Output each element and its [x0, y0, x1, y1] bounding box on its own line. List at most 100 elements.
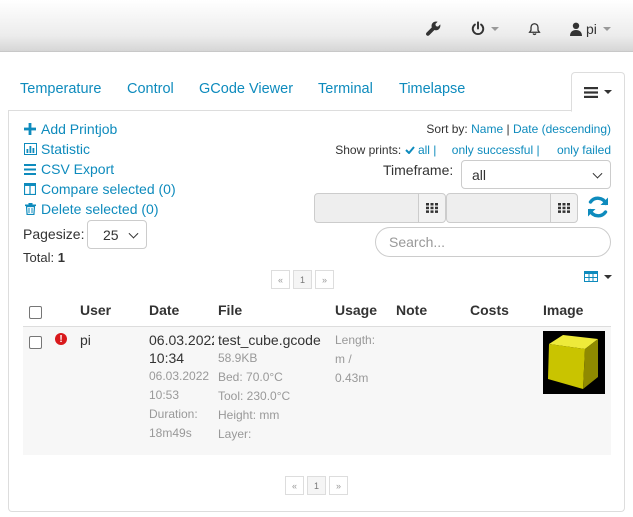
row-bed-temp: Bed: 70.0°C — [218, 370, 283, 384]
row-select-checkbox[interactable] — [29, 336, 42, 349]
sort-by: Sort by: Name | Date (descending) — [426, 122, 611, 136]
column-header-date[interactable]: Date — [149, 302, 179, 318]
column-header-image[interactable]: Image — [543, 302, 583, 318]
pager-prev-button[interactable]: « — [285, 476, 304, 495]
bell-icon — [528, 23, 541, 36]
delete-selected-label: Delete selected (0) — [41, 201, 159, 217]
pager-next-button[interactable]: » — [315, 270, 334, 289]
row-start-date: 06.03.2022 — [149, 332, 214, 348]
sort-by-name-link[interactable]: Name — [471, 122, 503, 136]
pager-page-button[interactable]: 1 — [293, 270, 312, 289]
delete-selected-button[interactable]: Delete selected (0) — [23, 199, 176, 219]
power-menu[interactable] — [471, 21, 499, 36]
row-usage-cell: Length: m / 0.43m — [335, 331, 385, 388]
cube-thumbnail-image — [543, 331, 605, 394]
pagesize-value: 25 — [103, 226, 119, 243]
trash-icon — [23, 203, 37, 215]
pager-page-button[interactable]: 1 — [307, 476, 326, 495]
timeframe-value: all — [472, 166, 487, 183]
show-prints-label: Show prints: — [335, 143, 402, 157]
end-date-picker-button[interactable] — [550, 193, 578, 223]
row-file-size: 58.9KB — [218, 351, 258, 365]
refresh-button[interactable] — [585, 194, 611, 223]
calendar-grid-icon — [558, 203, 570, 213]
total-value: 1 — [57, 250, 65, 265]
row-height: Height: mm — [218, 408, 280, 422]
print-thumbnail[interactable] — [543, 331, 605, 394]
end-date-input[interactable] — [446, 193, 551, 223]
filter-separator: | — [433, 143, 437, 157]
filter-successful-link[interactable]: only successful — [452, 143, 533, 157]
compare-selected-button[interactable]: Compare selected (0) — [23, 179, 176, 199]
row-layer: Layer: — [218, 427, 252, 441]
tab-timelapse[interactable]: Timelapse — [399, 81, 465, 97]
notifications-button[interactable] — [528, 22, 541, 36]
row-length-value: 0.43m — [335, 371, 369, 385]
total-label: Total: — [23, 250, 55, 265]
compare-selected-label: Compare selected (0) — [41, 181, 176, 197]
pagination-bottom: « 1 » — [285, 476, 348, 495]
start-date-input[interactable] — [314, 193, 419, 223]
timeframe-label: Timeframe: — [383, 162, 454, 178]
column-header-costs[interactable]: Costs — [470, 302, 509, 318]
row-tool-temp: Tool: 230.0°C — [218, 389, 291, 403]
pagesize-select[interactable]: 25 — [87, 220, 147, 249]
row-end-date: 06.03.2022 — [149, 369, 210, 383]
pagination-top: « 1 » — [271, 270, 334, 289]
row-length-label: Length: — [335, 333, 376, 347]
settings-button[interactable] — [426, 21, 441, 36]
column-header-user[interactable]: User — [80, 302, 111, 318]
user-menu[interactable]: pi — [570, 21, 611, 37]
row-date-cell: 06.03.2022 10:34 06.03.2022 10:53 Durati… — [149, 331, 214, 443]
sort-by-label: Sort by: — [426, 122, 468, 136]
statistic-button[interactable]: Statistic — [23, 139, 176, 159]
sort-by-date-link[interactable]: Date (descending) — [513, 122, 611, 136]
add-printjob-label: Add Printjob — [41, 121, 118, 137]
row-user: pi — [80, 332, 91, 348]
list-icon — [23, 163, 37, 175]
row-file-name: test_cube.gcode — [218, 332, 321, 348]
history-actions: Add Printjob Statistic CSV Export Compar… — [23, 119, 176, 219]
hamburger-icon — [584, 86, 598, 98]
tab-overflow-menu[interactable] — [571, 72, 625, 112]
filter-failed-link[interactable]: only failed — [557, 143, 611, 157]
csv-export-button[interactable]: CSV Export — [23, 159, 176, 179]
row-file-cell: test_cube.gcode 58.9KB Bed: 70.0°C Tool:… — [218, 331, 328, 444]
add-printjob-button[interactable]: Add Printjob — [23, 119, 176, 139]
chevron-down-icon — [592, 168, 603, 179]
statistic-label: Statistic — [41, 141, 91, 157]
plus-icon — [23, 123, 37, 135]
refresh-icon — [588, 196, 608, 218]
total-count: Total: 1 — [23, 250, 65, 265]
top-navbar: pi — [0, 0, 633, 52]
timeframe-select[interactable]: all — [461, 160, 611, 189]
tab-temperature[interactable]: Temperature — [20, 81, 101, 97]
bar-chart-icon — [23, 143, 37, 155]
chevron-down-icon — [604, 90, 612, 94]
pagesize-label: Pagesize: — [23, 226, 85, 242]
chevron-down-icon — [602, 27, 611, 31]
filter-separator: | — [536, 143, 540, 157]
pager-next-button[interactable]: » — [329, 476, 348, 495]
filter-all-link[interactable]: all — [404, 143, 430, 157]
calendar-grid-icon — [426, 203, 438, 213]
power-icon — [471, 21, 485, 36]
column-header-note[interactable]: Note — [396, 302, 427, 318]
tab-gcode-viewer[interactable]: GCode Viewer — [199, 81, 293, 97]
chevron-down-icon — [491, 26, 499, 31]
row-duration-value: 18m49s — [149, 426, 192, 440]
tab-control[interactable]: Control — [127, 81, 174, 97]
column-header-file[interactable]: File — [218, 302, 242, 318]
row-duration-label: Duration: — [149, 407, 198, 421]
wrench-icon — [426, 21, 441, 36]
tab-terminal[interactable]: Terminal — [318, 81, 373, 97]
pager-prev-button[interactable]: « — [271, 270, 290, 289]
select-all-checkbox[interactable] — [29, 306, 42, 319]
column-header-usage[interactable]: Usage — [335, 302, 377, 318]
start-date-picker-button[interactable] — [418, 193, 446, 223]
search-input[interactable] — [375, 227, 611, 257]
column-toggle-button[interactable] — [584, 271, 612, 282]
failed-status-icon: ! — [55, 333, 67, 345]
chevron-down-icon — [128, 228, 139, 239]
check-icon — [404, 146, 415, 155]
